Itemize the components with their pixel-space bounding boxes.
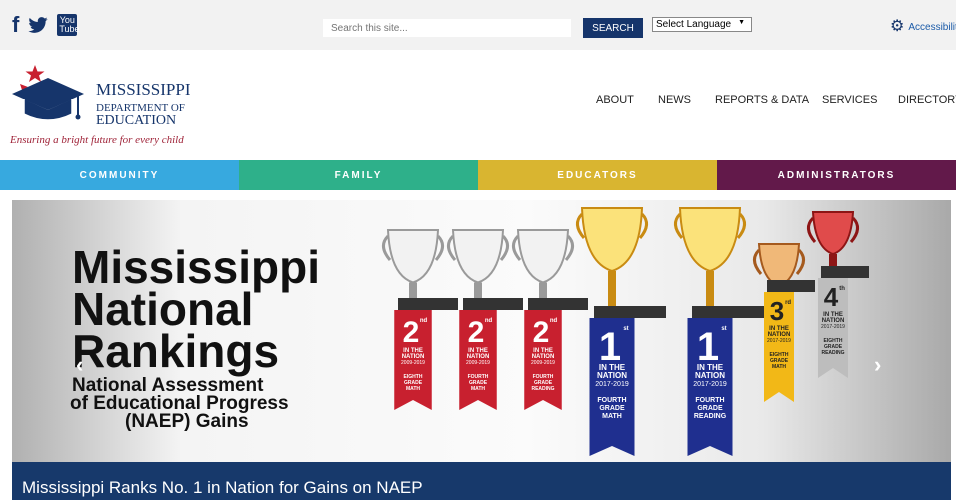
twitter-icon[interactable] [28, 17, 48, 33]
trophy-rank: 2 [403, 316, 420, 349]
accessibility-link[interactable]: ⚙ Accessibility [890, 18, 956, 35]
trophy-subject: GRADE [697, 405, 723, 412]
audience-educators[interactable]: EDUCATORS [478, 160, 717, 190]
chevron-down-icon: ▼ [738, 19, 745, 26]
trophy-cup [580, 207, 644, 273]
trophy-stem [829, 254, 837, 268]
trophy-subject: GRADE [599, 405, 625, 412]
trophy-cup [757, 243, 801, 288]
trophy-rank-suffix: st [623, 326, 628, 332]
hero-caption-bar: Mississippi Ranks No. 1 in Nation for Ga… [12, 462, 951, 500]
trophy-rank: 2 [468, 316, 485, 349]
language-select-label: Select Language [656, 19, 732, 30]
accessibility-label: Accessibility [908, 21, 956, 33]
nav-directory[interactable]: DIRECTORY [898, 94, 956, 106]
trophy-years: 2009-2019 [531, 360, 555, 366]
trophy-base [528, 298, 588, 310]
trophy-base [463, 298, 523, 310]
gear-icon: ⚙ [890, 18, 905, 35]
audience-family[interactable]: FAMILY [239, 160, 478, 190]
trophy-years: 2017-2019 [693, 381, 727, 388]
trophy-base [821, 266, 869, 278]
trophy-subject: MATH [602, 413, 622, 420]
trophy-rank-suffix: th [839, 286, 845, 292]
carousel-prev-icon[interactable]: ‹ [76, 352, 83, 378]
trophy-rank: 3 [770, 296, 784, 326]
trophy-subject: FOURTH [597, 397, 626, 404]
trophy-cup [386, 229, 440, 284]
trophy-subject: READING [531, 386, 554, 392]
trophy-subject: READING [821, 350, 844, 356]
trophy-cup [451, 229, 505, 284]
trophy-rank: 2 [533, 316, 550, 349]
trophy-cup [811, 211, 855, 256]
trophy-nation: NATION [597, 371, 627, 380]
hero-carousel: Mississippi National Rankings National A… [12, 200, 951, 500]
audience-bar: COMMUNITY FAMILY EDUCATORS ADMINISTRATOR… [0, 160, 956, 190]
audience-administrators[interactable]: ADMINISTRATORS [717, 160, 956, 190]
nav-reports-data[interactable]: REPORTS & DATA [715, 94, 809, 106]
trophy-rank-suffix: rd [785, 300, 791, 306]
search-button[interactable]: SEARCH [583, 18, 643, 38]
mde-logo-icon [12, 65, 84, 121]
trophy-years: 2009-2019 [466, 360, 490, 366]
trophy-years: 2017-2019 [767, 338, 791, 344]
nav-about[interactable]: ABOUT [596, 94, 634, 106]
logo-tagline: Ensuring a bright future for every child [10, 134, 184, 146]
trophy-stem [706, 271, 714, 308]
trophy-subject: MATH [471, 386, 485, 392]
trophy-graphic: 2 ndIN THENATION2009-2019EIGHTHGRADEMATH2… [382, 207, 869, 456]
site-logo[interactable]: MISSISSIPPI DEPARTMENT OF EDUCATION Ensu… [8, 62, 218, 152]
trophy-rank-suffix: nd [485, 318, 493, 324]
site-header: MISSISSIPPI DEPARTMENT OF EDUCATION Ensu… [0, 50, 956, 160]
facebook-icon[interactable]: f [12, 14, 19, 36]
trophy-rank: 4 [824, 282, 839, 312]
logo-line-education: EDUCATION [96, 113, 177, 128]
trophy-years: 2017-2019 [821, 324, 845, 330]
trophy-years: 2009-2019 [401, 360, 425, 366]
trophy-cup [516, 229, 570, 284]
logo-line-mississippi: MISSISSIPPI [96, 80, 191, 99]
youtube-icon[interactable]: You Tube [57, 14, 80, 36]
audience-community[interactable]: COMMUNITY [0, 160, 239, 190]
top-bar: f You Tube SEARCH Select Language ▼ ⚙ Ac… [0, 0, 956, 50]
trophy-subject: FOURTH [695, 397, 724, 404]
nav-services[interactable]: SERVICES [822, 94, 877, 106]
trophy-base [767, 280, 815, 292]
trophy-stem [608, 271, 616, 308]
trophy-years: 2017-2019 [595, 381, 629, 388]
trophy-cup [678, 207, 742, 273]
trophy-base [398, 298, 458, 310]
social-links: f You Tube [12, 14, 80, 36]
trophy-stem [539, 282, 547, 300]
carousel-next-icon[interactable]: › [874, 352, 881, 378]
hero-caption[interactable]: Mississippi Ranks No. 1 in Nation for Ga… [22, 478, 423, 498]
language-select[interactable]: Select Language ▼ [652, 17, 752, 32]
trophy-base [692, 306, 764, 318]
trophy-stem [474, 282, 482, 300]
trophy-rank-suffix: nd [550, 318, 558, 324]
search-input[interactable] [323, 19, 571, 37]
trophy-subject: READING [694, 413, 727, 420]
nav-news[interactable]: NEWS [658, 94, 691, 106]
trophy-nation: NATION [695, 371, 725, 380]
trophy-stem [409, 282, 417, 300]
trophy-rank-suffix: nd [420, 318, 428, 324]
trophy-rank-suffix: st [721, 326, 726, 332]
trophy-subject: MATH [772, 364, 786, 370]
trophy-base [594, 306, 666, 318]
trophy-subject: MATH [406, 386, 420, 392]
